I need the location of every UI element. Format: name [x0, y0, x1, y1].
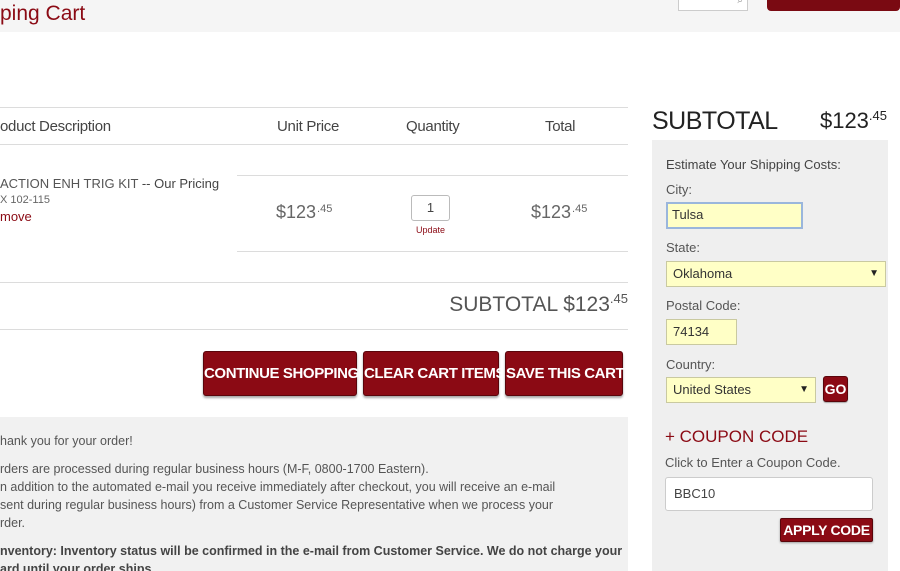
chevron-down-icon: ▼	[869, 268, 879, 279]
country-label: Country:	[666, 357, 716, 372]
country-select[interactable]: United States ▼	[666, 377, 816, 403]
product-sku: X 102-115	[0, 194, 50, 206]
state-select[interactable]: Oklahoma ▼	[666, 261, 886, 287]
top-search-input[interactable]: ⌕	[678, 0, 748, 11]
column-header-unit-price: Unit Price	[277, 118, 340, 135]
notes-line: ard until your order ships.	[0, 562, 155, 571]
save-cart-button[interactable]: SAVE THIS CART	[505, 351, 625, 396]
unit-price: $123.45	[276, 202, 332, 223]
quantity-input[interactable]: 1	[411, 195, 450, 221]
country-selected-value: United States	[673, 382, 752, 397]
postal-code-label: Postal Code:	[666, 298, 741, 313]
cart-subtotal-label: SUBTOTAL $123	[449, 293, 610, 316]
unit-price-main: $123	[276, 202, 317, 222]
cart-subtotal-cents: .45	[609, 291, 628, 306]
product-pricing-note: -- Our Pricing	[141, 176, 220, 191]
state-label: State:	[666, 240, 700, 255]
subtotal-top-border	[0, 282, 628, 283]
notes-line: sent during regular business hours) from…	[0, 498, 554, 512]
product-name[interactable]: ACTION ENH TRIG KIT -- Our Pricing	[0, 176, 219, 191]
city-label: City:	[666, 182, 692, 197]
apply-code-button[interactable]: APPLY CODE	[780, 518, 873, 542]
row-bottom-border	[237, 251, 628, 252]
column-header-quantity: Quantity	[406, 118, 460, 135]
table-top-border	[0, 107, 628, 108]
notes-line: rders are processed during regular busin…	[0, 462, 429, 476]
subtotal-bottom-border	[0, 329, 628, 330]
notes-line: hank you for your order!	[0, 434, 133, 448]
estimate-shipping-go-button[interactable]: GO	[823, 376, 848, 402]
sidebar-subtotal-value: $123.45	[820, 108, 887, 134]
notes-line: nventory: Inventory status will be confi…	[0, 544, 623, 558]
coupon-code-input[interactable]: BBC10	[665, 477, 873, 511]
unit-price-cents: .45	[317, 203, 333, 215]
top-account-button[interactable]	[767, 0, 900, 11]
sidebar-subtotal-main: $123	[819, 108, 869, 133]
product-title[interactable]: ACTION ENH TRIG KIT	[0, 176, 138, 191]
coupon-code-toggle[interactable]: + COUPON CODE	[665, 427, 808, 447]
sidebar-subtotal-label: SUBTOTAL	[652, 107, 778, 135]
order-notes: hank you for your order! rders are proce…	[0, 417, 628, 571]
table-header-border	[0, 144, 628, 145]
line-total-main: $123	[531, 202, 572, 222]
cart-subtotal: SUBTOTAL $123.45	[449, 291, 628, 317]
state-selected-value: Oklahoma	[673, 266, 733, 281]
sidebar-subtotal-cents: .45	[868, 108, 887, 123]
column-header-description: oduct Description	[0, 118, 111, 135]
column-header-total: Total	[545, 118, 576, 135]
postal-code-input[interactable]: 74134	[666, 319, 737, 345]
notes-line: n addition to the automated e-mail you r…	[0, 480, 556, 494]
chevron-down-icon: ▼	[799, 384, 809, 395]
shipping-heading: Estimate Your Shipping Costs:	[666, 157, 841, 172]
city-input[interactable]: Tulsa	[666, 202, 803, 229]
line-total: $123.45	[531, 202, 587, 223]
line-total-cents: .45	[572, 203, 588, 215]
notes-line: rder.	[0, 516, 26, 530]
update-quantity-link[interactable]: Update	[411, 225, 450, 235]
search-icon[interactable]: ⌕	[737, 0, 743, 6]
clear-cart-button[interactable]: CLEAR CART ITEMS	[363, 351, 506, 396]
page-title: ping Cart	[0, 2, 86, 25]
coupon-hint: Click to Enter a Coupon Code.	[665, 455, 841, 470]
continue-shopping-button[interactable]: CONTINUE SHOPPING	[203, 351, 359, 396]
remove-item-link[interactable]: move	[0, 209, 32, 224]
row-top-border	[237, 175, 628, 176]
top-bar	[0, 0, 900, 32]
